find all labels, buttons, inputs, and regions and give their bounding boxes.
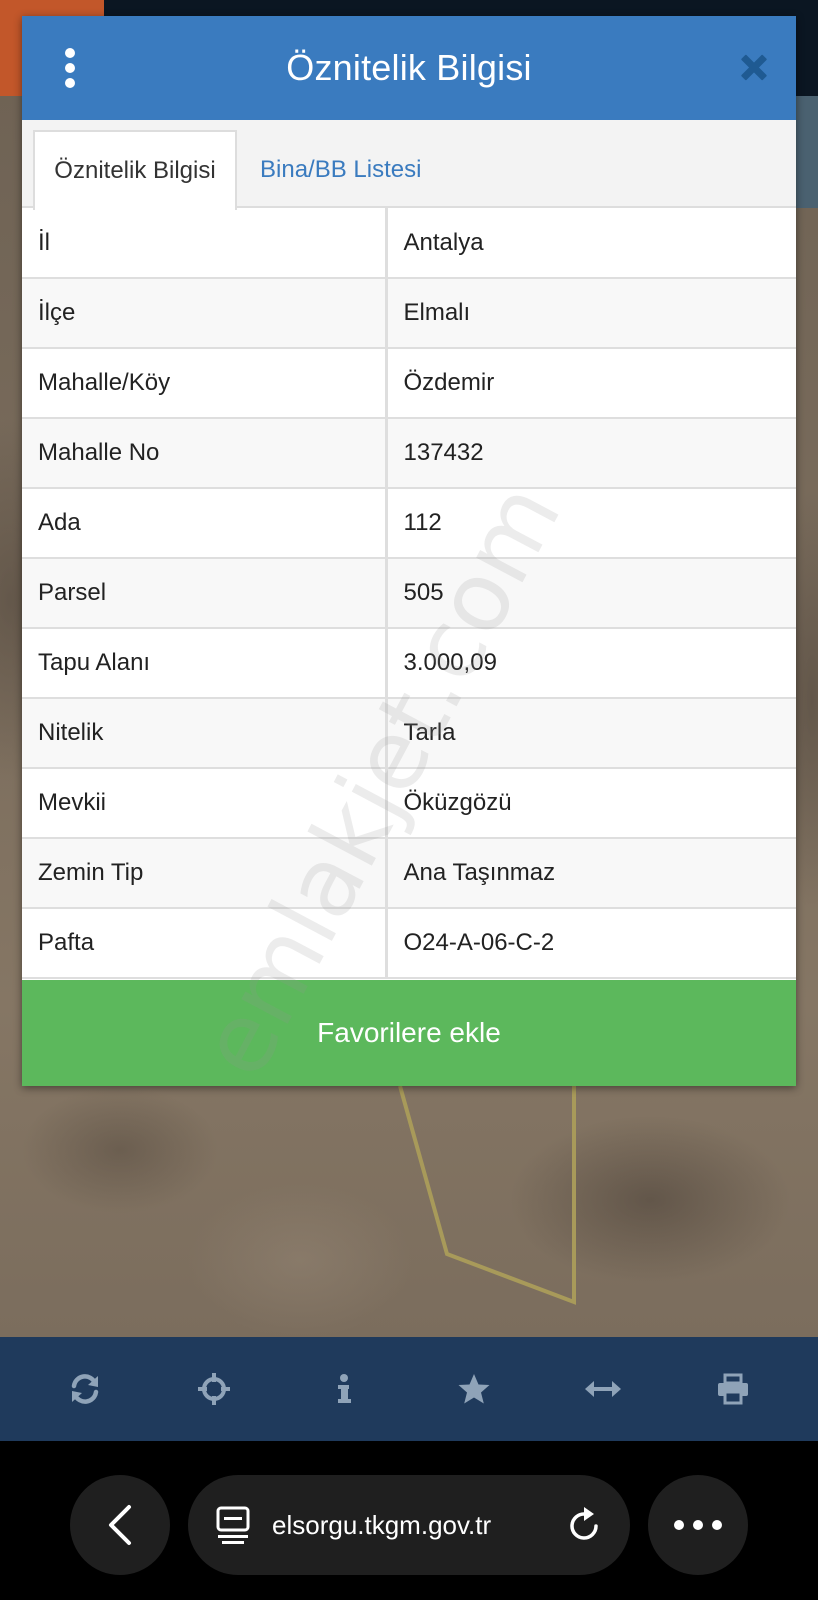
dialog-header: Öznitelik Bilgisi [22,16,796,120]
attribute-value: Ana Taşınmaz [386,838,796,909]
browser-bar: elsorgu.tkgm.gov.tr [0,1441,818,1600]
table-row: Pafta O24-A-06-C-2 [22,908,796,979]
attribute-key: İlçe [22,278,388,349]
tab-bar: Öznitelik Bilgisi Bina/BB Listesi [22,120,796,210]
more-button[interactable] [648,1475,748,1575]
menu-icon[interactable] [60,48,80,88]
print-icon [718,1373,749,1405]
table-row: Tapu Alanı 3.000,09 [22,628,796,699]
attribute-key: Tapu Alanı [22,628,388,699]
tab-overview-icon [216,1506,250,1544]
favorites-button[interactable] [444,1359,504,1419]
attribute-key: Nitelik [22,698,388,769]
crosshair-icon [198,1373,231,1405]
add-favorite-button[interactable]: Favorilere ekle [22,980,796,1086]
attribute-value: Tarla [386,698,796,769]
close-icon[interactable] [738,52,770,84]
star-icon [458,1374,490,1404]
attribute-value: O24-A-06-C-2 [386,908,796,979]
table-row: Mahalle/Köy Özdemir [22,348,796,419]
address-bar[interactable]: elsorgu.tkgm.gov.tr [188,1475,630,1575]
attribute-value: Elmalı [386,278,796,349]
measure-icon [585,1381,622,1397]
attribute-value: Antalya [386,208,796,279]
app-toolbar [0,1337,818,1441]
attribute-value: 137432 [386,418,796,489]
tab-building-list[interactable]: Bina/BB Listesi [242,130,439,210]
table-row: Parsel 505 [22,558,796,629]
refresh-icon [71,1374,99,1404]
table-row: İl Antalya [22,208,796,279]
info-button[interactable] [314,1359,374,1419]
attribute-value: 112 [386,488,796,559]
attribute-key: Pafta [22,908,388,979]
attribute-key: Mahalle/Köy [22,348,388,419]
attribute-value: Özdemir [386,348,796,419]
locate-button[interactable] [184,1359,244,1419]
attribute-value: Öküzgözü [386,768,796,839]
tab-attribute-info[interactable]: Öznitelik Bilgisi [33,130,237,210]
print-button[interactable] [703,1359,763,1419]
dialog-title: Öznitelik Bilgisi [286,47,532,88]
refresh-button[interactable] [55,1359,115,1419]
attribute-key: Ada [22,488,388,559]
table-row: Ada 112 [22,488,796,559]
attribute-key: Mevkii [22,768,388,839]
more-icon [674,1520,722,1530]
attribute-key: Zemin Tip [22,838,388,909]
url-text: elsorgu.tkgm.gov.tr [272,1509,492,1540]
table-row: Zemin Tip Ana Taşınmaz [22,838,796,909]
attribute-key: Mahalle No [22,418,388,489]
attribute-value: 3.000,09 [386,628,796,699]
table-row: Nitelik Tarla [22,698,796,769]
table-row: Mevkii Öküzgözü [22,768,796,839]
attribute-key: Parsel [22,558,388,629]
back-button[interactable] [70,1475,170,1575]
reload-icon[interactable] [568,1506,602,1544]
table-row: İlçe Elmalı [22,278,796,349]
chevron-left-icon [109,1505,131,1545]
info-icon [338,1374,352,1403]
attribute-key: İl [22,208,388,279]
attribute-table: İl Antalya İlçe Elmalı Mahalle/Köy Özdem… [22,208,796,979]
table-row: Mahalle No 137432 [22,418,796,489]
attribute-dialog: Öznitelik Bilgisi Öznitelik Bilgisi Bina… [22,16,796,1086]
measure-button[interactable] [573,1359,633,1419]
attribute-value: 505 [386,558,796,629]
